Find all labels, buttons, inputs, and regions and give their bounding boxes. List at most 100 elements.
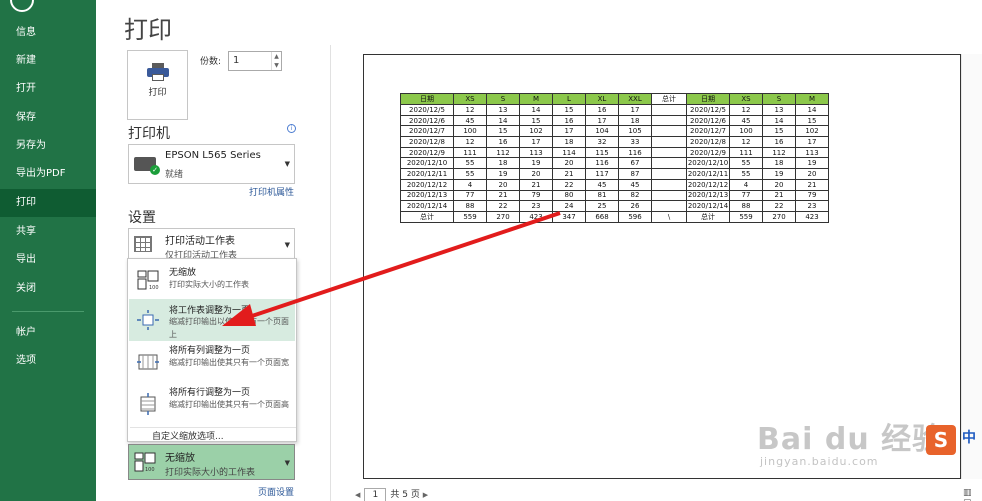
chevron-down-icon: ▼ (284, 241, 290, 249)
backstage-nav: 信息 新建 打开 保存 另存为 导出为PDF 打印 共享 导出 关闭 帐户 选项 (0, 0, 96, 501)
preview-cell: 115 (585, 146, 619, 159)
preview-cell: 14 (486, 114, 520, 127)
preview-cell: 2020/12/13 (400, 189, 454, 202)
preview-cell: 23 (519, 200, 553, 212)
show-margins-icon[interactable]: ▥ ▢ (963, 488, 982, 501)
preview-cell: 18 (762, 157, 796, 170)
info-icon[interactable]: i (287, 124, 296, 133)
preview-cell: 79 (519, 189, 553, 202)
preview-cell: 14 (795, 104, 829, 116)
fit-columns-icon (137, 354, 159, 370)
preview-cell: 113 (519, 146, 553, 159)
preview-cell: 270 (486, 210, 520, 223)
preview-header-cell: S (762, 93, 796, 105)
nav-item-open[interactable]: 打开 (0, 75, 96, 103)
baidu-watermark-logo: Bai du 经验 (757, 422, 944, 457)
nav-divider (12, 311, 84, 312)
preview-cell: 24 (552, 200, 586, 212)
nav-item-export-pdf[interactable]: 导出为PDF (0, 160, 96, 188)
nav-item-account[interactable]: 帐户 (0, 319, 96, 347)
printer-icon (146, 63, 169, 81)
preview-row: 2020/12/8 12 16 17 18 32 33 2020/12/8 12 16 17 (400, 136, 829, 148)
nav-item-save[interactable]: 保存 (0, 104, 96, 132)
preview-cell: 2020/12/14 (686, 200, 730, 212)
preview-cell: 45 (729, 114, 763, 127)
print-button[interactable]: 打印 (127, 50, 188, 120)
page-setup-link[interactable]: 页面设置 (258, 485, 294, 498)
preview-row: 2020/12/5 12 13 14 15 16 17 2020/12/5 12 13 14 (400, 104, 829, 116)
preview-row: 2020/12/12 4 20 21 22 45 45 2020/12/12 4 20 21 (400, 178, 829, 191)
page-total: 共 5 页 (390, 490, 420, 500)
ime-chinese-indicator[interactable]: 中 (962, 427, 982, 453)
preview-header-cell: M (519, 93, 553, 105)
copies-stepper[interactable]: 1 ▲ ▼ (228, 51, 282, 71)
preview-scrollbar[interactable] (961, 54, 982, 479)
scaling-option-desc: 打印实际大小的工作表 (169, 280, 249, 289)
preview-cell: 21 (519, 178, 553, 191)
printer-select[interactable]: ✓ EPSON L565 Series 就绪 ▼ (128, 144, 295, 184)
nav-item-options[interactable]: 选项 (0, 347, 96, 375)
preview-cell: 19 (762, 168, 796, 180)
nav-item-share[interactable]: 共享 (0, 218, 96, 246)
print-what-select[interactable]: 打印活动工作表 仅打印活动工作表 ▼ (128, 228, 295, 260)
preview-row: 2020/12/7 100 15 102 17 104 105 2020/12/7 100 15 1… (400, 125, 829, 138)
preview-cell: 2020/12/6 (686, 114, 730, 127)
back-arrow-icon[interactable] (10, 0, 34, 12)
preview-cell: 2020/12/13 (686, 189, 730, 202)
preview-cell: 2020/12/7 (686, 125, 730, 138)
scaling-option-fit-rows[interactable]: 将所有行调整为一页 缩减打印输出使其只有一个页面高 (129, 385, 295, 427)
sogou-ime-icon[interactable]: S (926, 425, 956, 455)
preview-cell (651, 114, 687, 127)
scaling-dropdown-menu: 100 无缩放 打印实际大小的工作表 将工作表调整为一页 缩减打印输出以使其只有… (127, 258, 297, 442)
preview-cell: 15 (795, 114, 829, 127)
scaling-option-fit-sheet[interactable]: 将工作表调整为一页 缩减打印输出以使其只有一个页面上 (129, 299, 295, 341)
next-page-icon[interactable]: ▶ (423, 491, 428, 499)
nav-item-new[interactable]: 新建 (0, 47, 96, 75)
scaling-option-no-scaling[interactable]: 100 无缩放 打印实际大小的工作表 (129, 261, 295, 299)
nav-item-save-as[interactable]: 另存为 (0, 132, 96, 160)
preview-cell: 4 (453, 178, 487, 191)
scaling-option-fit-columns[interactable]: 将所有列调整为一页 缩减打印输出使其只有一个页面宽 (129, 343, 295, 385)
nav-item-export[interactable]: 导出 (0, 246, 96, 274)
preview-cell: 21 (795, 178, 829, 191)
check-icon: ✓ (150, 165, 160, 175)
custom-scaling-options[interactable]: 自定义缩放选项... (152, 429, 224, 442)
preview-cell (651, 104, 687, 116)
preview-header-cell: 日期 (686, 93, 730, 105)
preview-cell: 15 (486, 125, 520, 138)
preview-cell: 100 (453, 125, 487, 138)
printer-properties-link[interactable]: 打印机属性 (249, 185, 294, 198)
preview-cell: 105 (618, 125, 652, 138)
page-number-input[interactable]: 1 (364, 488, 387, 501)
nav-item-info[interactable]: 信息 (0, 19, 96, 47)
scaling-select[interactable]: 100 无缩放 打印实际大小的工作表 ▼ (128, 444, 295, 480)
print-what-main: 打印活动工作表 (165, 236, 235, 247)
preview-cell: 104 (585, 125, 619, 138)
nav-item-print[interactable]: 打印 (0, 189, 96, 217)
no-scaling-icon: 100 (137, 270, 159, 291)
prev-page-icon[interactable]: ◀ (355, 491, 360, 499)
preview-cell: 16 (552, 114, 586, 127)
preview-cell: 55 (453, 157, 487, 170)
no-scaling-icon: 100 (134, 452, 156, 472)
preview-cell (651, 168, 687, 180)
nav-item-close[interactable]: 关闭 (0, 275, 96, 303)
preview-cell: 20 (519, 168, 553, 180)
spin-arrows-icon[interactable]: ▲ ▼ (271, 52, 281, 70)
preview-cell: 13 (486, 104, 520, 116)
baidu-watermark-url: jingyan.baidu.com (760, 455, 879, 468)
preview-cell: 2020/12/8 (400, 136, 454, 148)
preview-cell (651, 200, 687, 212)
preview-cell: 12 (729, 104, 763, 116)
preview-cell: 55 (729, 168, 763, 180)
preview-cell (651, 157, 687, 170)
preview-cell (651, 189, 687, 202)
preview-cell: 2020/12/10 (400, 157, 454, 170)
preview-cell: 114 (552, 146, 586, 159)
svg-text:100: 100 (145, 467, 155, 472)
preview-cell: 2020/12/11 (400, 168, 454, 180)
preview-cell: 111 (453, 146, 487, 159)
preview-cell: 668 (585, 210, 619, 223)
preview-header-cell: XL (585, 93, 619, 105)
preview-cell: 347 (552, 210, 586, 223)
